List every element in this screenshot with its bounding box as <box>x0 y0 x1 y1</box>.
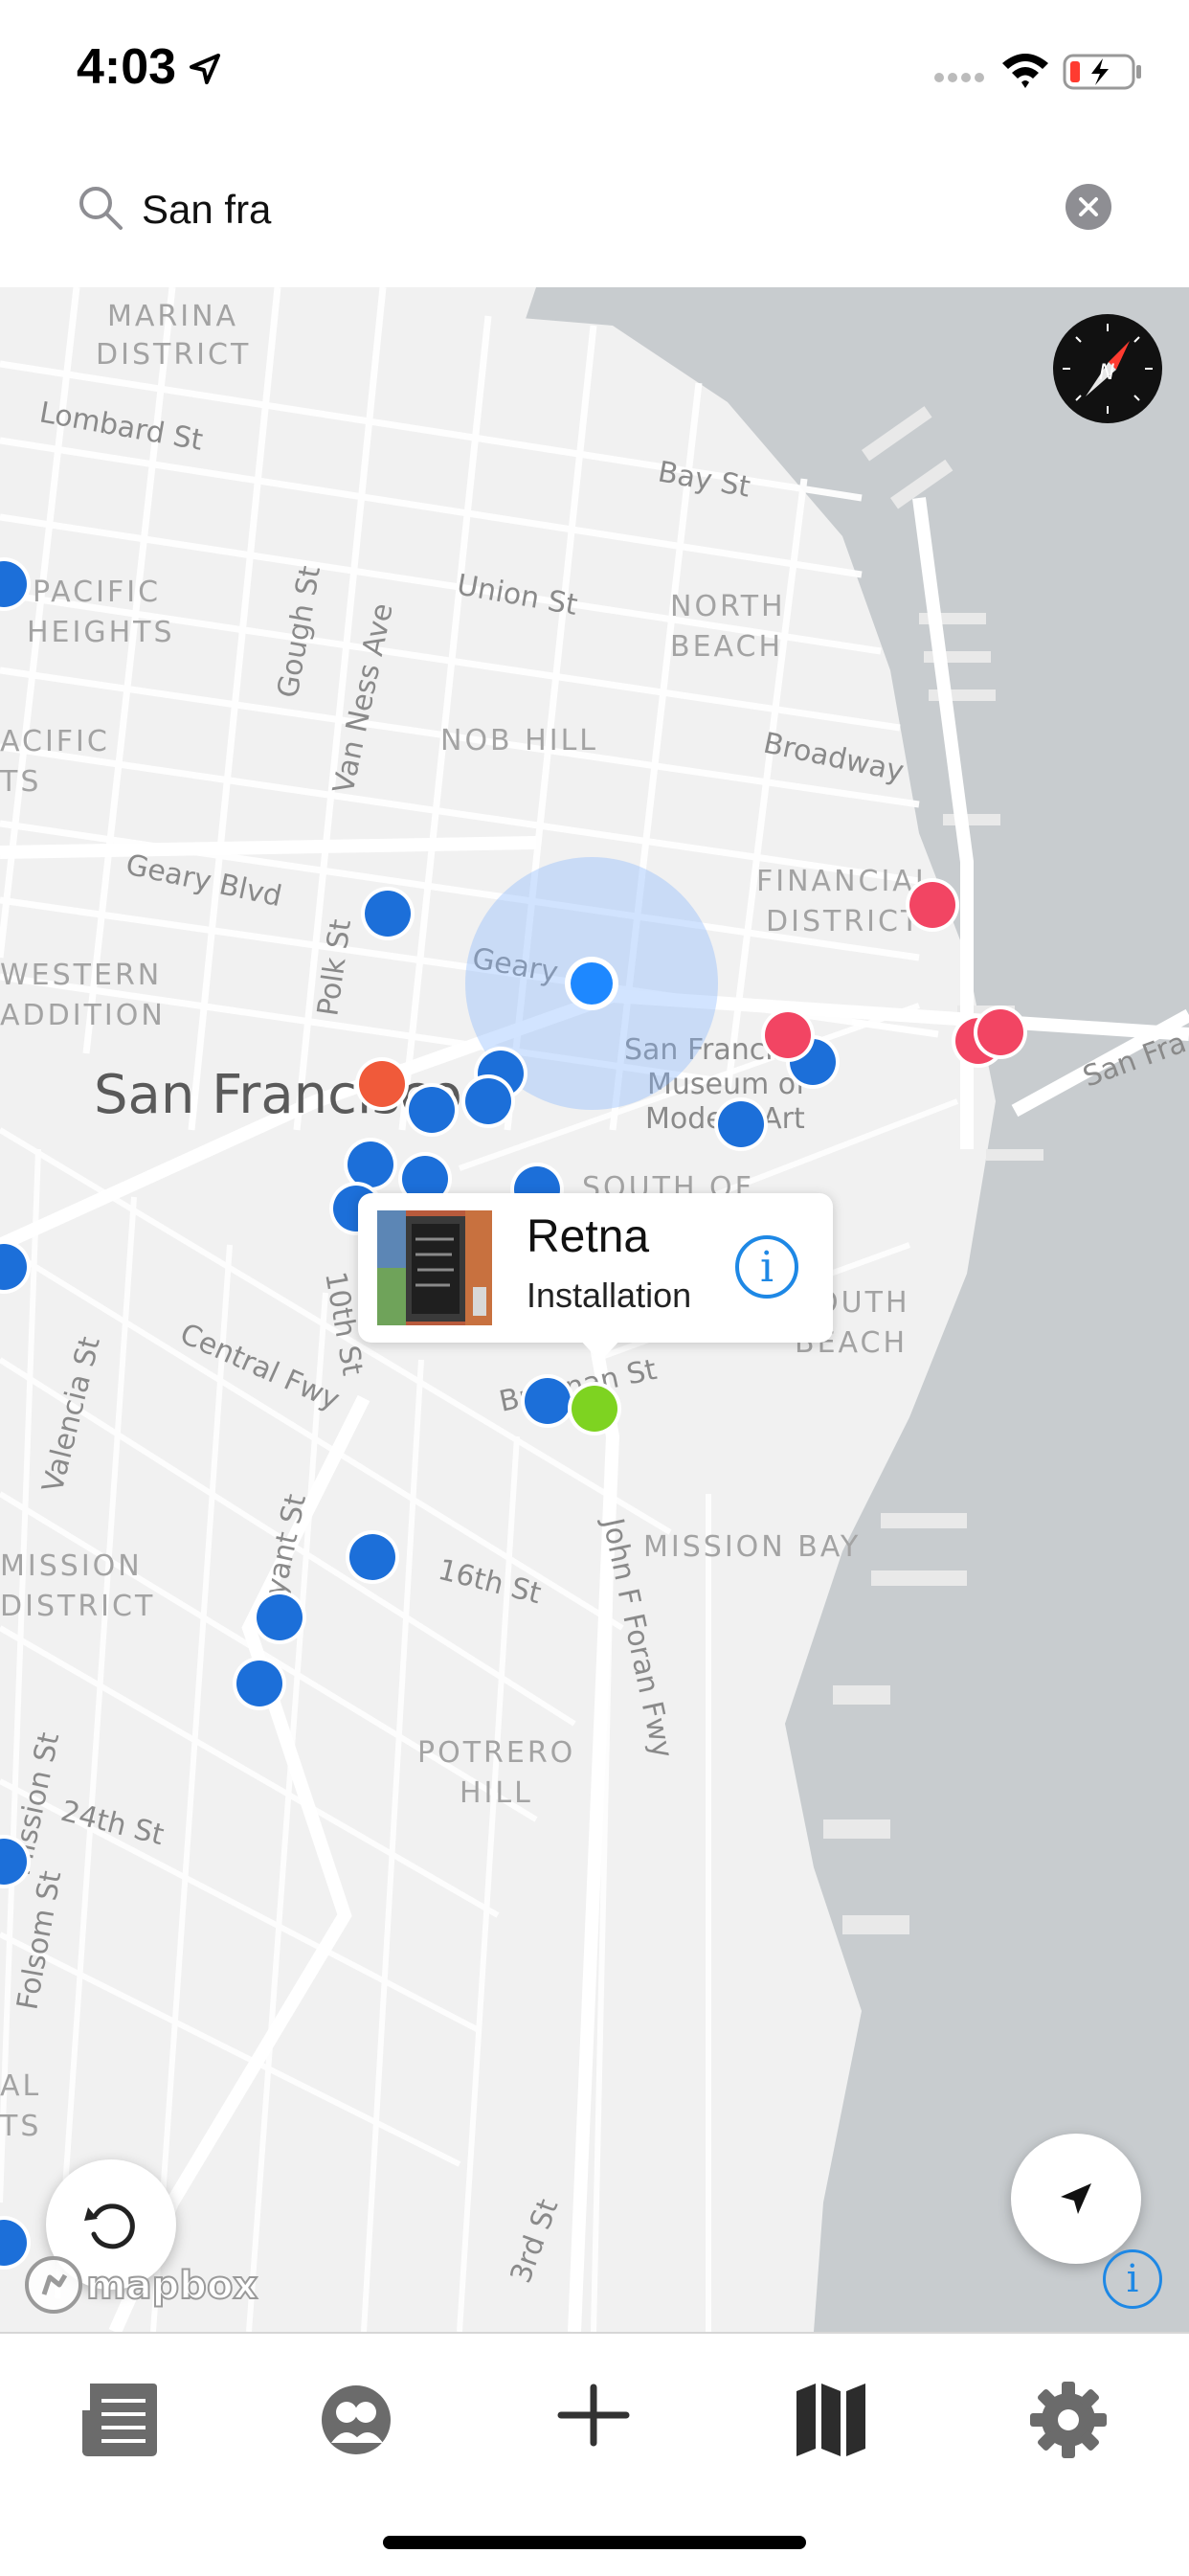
svg-text:ADDITION: ADDITION <box>0 999 166 1032</box>
artwork-thumbnail <box>377 1210 492 1325</box>
map-marker-blue[interactable] <box>365 891 411 937</box>
svg-text:DISTRICT: DISTRICT <box>96 338 251 372</box>
info-icon: i <box>1126 2257 1139 2301</box>
svg-text:Bay St: Bay St <box>656 455 753 504</box>
recenter-location-button[interactable] <box>1011 2134 1141 2264</box>
map-marker-green[interactable] <box>572 1386 617 1432</box>
clear-search-button[interactable] <box>1066 184 1111 230</box>
map-icon <box>796 2384 865 2456</box>
callout-title: Retna <box>527 1211 650 1262</box>
map-marker-blue[interactable] <box>465 1078 511 1124</box>
callout-pointer <box>579 1339 621 1362</box>
svg-text:WESTERN: WESTERN <box>0 959 162 992</box>
status-time: 4:03 <box>77 39 177 95</box>
svg-text:MISSION BAY: MISSION BAY <box>643 1530 861 1564</box>
search-bar <box>0 134 1189 289</box>
battery-icon <box>1063 54 1141 90</box>
svg-text:DISTRICT: DISTRICT <box>0 1590 155 1623</box>
add-icon <box>557 2384 630 2447</box>
signal-icon <box>934 73 984 82</box>
svg-text:HEIGHTS: HEIGHTS <box>27 616 175 649</box>
label-marina: MARINA <box>107 300 238 333</box>
svg-text:BEACH: BEACH <box>670 630 783 664</box>
map-marker-blue[interactable] <box>525 1378 571 1424</box>
tab-settings[interactable] <box>1011 2362 1126 2477</box>
svg-text:Broadway: Broadway <box>760 727 907 789</box>
mapbox-logo: mapbox <box>25 2256 258 2314</box>
map-marker-orange[interactable] <box>359 1061 405 1107</box>
svg-text:ACIFIC: ACIFIC <box>0 725 110 758</box>
compass-icon: N <box>1063 324 1153 414</box>
info-button[interactable]: i <box>735 1235 798 1299</box>
map-marker-blue[interactable] <box>257 1594 303 1640</box>
map-marker-blue[interactable] <box>236 1661 282 1706</box>
gear-icon <box>1030 2382 1107 2458</box>
svg-text:AL: AL <box>0 2069 41 2103</box>
map-marker-red[interactable] <box>765 1012 811 1058</box>
svg-text:MISSION: MISSION <box>0 1549 143 1583</box>
list-icon <box>82 2384 157 2456</box>
compass-button[interactable]: N <box>1053 314 1162 423</box>
map-marker-red[interactable] <box>909 882 955 928</box>
svg-text:POTRERO: POTRERO <box>417 1736 575 1770</box>
callout-subtitle: Installation <box>527 1276 692 1315</box>
svg-text:TS: TS <box>0 2110 41 2143</box>
svg-text:3rd St: 3rd St <box>505 2195 566 2288</box>
svg-text:DISTRICT: DISTRICT <box>766 905 921 938</box>
people-icon <box>322 2385 391 2454</box>
close-icon <box>1079 197 1098 216</box>
svg-text:mapbox: mapbox <box>86 2264 258 2308</box>
map-marker-blue[interactable] <box>409 1087 455 1133</box>
svg-text:NORTH: NORTH <box>670 590 786 623</box>
search-icon <box>79 187 123 230</box>
tab-list[interactable] <box>61 2362 176 2477</box>
map-marker-red[interactable] <box>977 1009 1023 1055</box>
search-input[interactable] <box>142 176 1003 243</box>
wifi-icon <box>1002 54 1048 88</box>
svg-text:NOB HILL: NOB HILL <box>440 724 598 757</box>
svg-text:FINANCIAL: FINANCIAL <box>756 865 934 898</box>
location-arrow-icon <box>190 54 220 84</box>
attribution-info-button[interactable]: i <box>1103 2249 1162 2309</box>
svg-text:Gough St: Gough St <box>271 563 327 700</box>
svg-text:HILL: HILL <box>460 1776 533 1810</box>
tab-map[interactable] <box>774 2362 888 2477</box>
svg-text:Geary Blvd: Geary Blvd <box>123 848 284 915</box>
svg-text:N: N <box>1099 361 1114 385</box>
svg-text:PACIFIC: PACIFIC <box>33 576 161 609</box>
user-location-dot <box>571 962 613 1005</box>
home-indicator <box>383 2536 806 2549</box>
map-marker-blue[interactable] <box>348 1141 393 1187</box>
svg-text:TS: TS <box>0 765 41 799</box>
map-marker-blue[interactable] <box>718 1101 764 1147</box>
svg-text:Valencia St: Valencia St <box>36 1333 107 1496</box>
svg-text:Folsom St: Folsom St <box>11 1868 68 2013</box>
tab-add[interactable] <box>536 2362 651 2477</box>
svg-text:16th St: 16th St <box>435 1553 545 1611</box>
svg-text:24th St: 24th St <box>57 1795 168 1852</box>
navigation-arrow-icon <box>1061 2183 1091 2214</box>
status-bar: 4:03 <box>0 0 1189 134</box>
info-icon: i <box>759 1243 774 1292</box>
svg-text:Union St: Union St <box>455 568 580 622</box>
marker-callout[interactable]: Retna Installation i <box>358 1193 833 1343</box>
map-marker-blue[interactable] <box>349 1534 395 1580</box>
tab-people[interactable] <box>299 2362 414 2477</box>
